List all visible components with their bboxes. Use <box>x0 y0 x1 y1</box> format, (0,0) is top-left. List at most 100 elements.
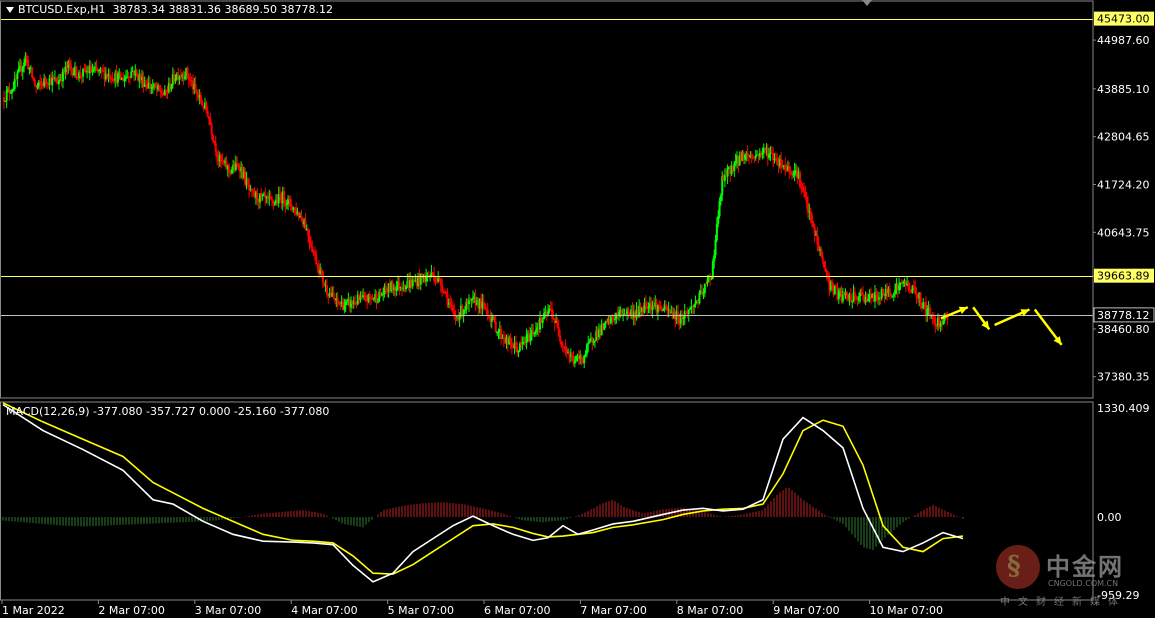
candle-body <box>273 203 276 205</box>
candle-body <box>816 234 819 245</box>
candle-body <box>158 85 161 90</box>
candle-body <box>82 68 85 77</box>
candle-body <box>300 216 303 220</box>
macd-panel <box>2 402 964 583</box>
candle-body <box>382 294 385 296</box>
x-tick-label: 3 Mar 07:00 <box>195 604 261 617</box>
candle-body <box>23 62 26 67</box>
candle-body <box>214 142 217 153</box>
candle-body <box>45 82 48 84</box>
candle-body <box>27 59 30 70</box>
candle-body <box>311 246 314 252</box>
candle-body <box>336 298 339 303</box>
candle-body <box>580 355 583 360</box>
candle-body <box>8 88 11 94</box>
chart-header[interactable]: BTCUSD.Exp,H1 38783.34 38831.36 38689.50… <box>6 3 333 16</box>
y-tick-label: 43885.10 <box>1097 83 1150 96</box>
main-price-panel <box>0 19 1093 369</box>
candle-body <box>272 200 275 204</box>
candle-body <box>875 291 878 296</box>
candle-body <box>620 309 623 316</box>
main-panel-frame <box>0 0 1094 399</box>
candle-body <box>116 74 119 83</box>
candle-body <box>551 308 554 318</box>
menu-arrow-icon[interactable] <box>6 7 14 13</box>
candle-body <box>824 267 827 271</box>
candle-body <box>890 293 893 296</box>
candle-body <box>433 274 436 281</box>
candle-body <box>497 331 500 333</box>
macd-y-tick-label: 1330.409 <box>1097 402 1150 415</box>
candle-body <box>179 76 182 78</box>
x-tick-label: 9 Mar 07:00 <box>773 604 839 617</box>
candle-body <box>525 335 528 343</box>
candle-body <box>682 318 685 320</box>
candle-body <box>309 242 312 247</box>
x-tick-label: 7 Mar 07:00 <box>580 604 646 617</box>
candle-body <box>195 90 198 95</box>
candle-body <box>343 305 346 310</box>
candle-body <box>44 78 47 83</box>
price-chart[interactable]: 44987.60 43885.10 42804.65 41724.20 40643.75… <box>0 0 1155 618</box>
candle-body <box>573 360 576 364</box>
candle-body <box>662 309 665 311</box>
y-tick-label: 42804.65 <box>1097 131 1150 144</box>
watermark-sub: CNGOLD.COM.CN <box>1048 579 1119 588</box>
candle-body <box>68 61 71 66</box>
candle-body <box>108 73 111 79</box>
candle-body <box>845 292 848 294</box>
candle-body <box>187 76 190 80</box>
candle-body <box>493 316 496 322</box>
candle-body <box>627 309 630 313</box>
candle-body <box>304 220 307 230</box>
candle-body <box>4 100 7 102</box>
candle-body <box>603 322 606 330</box>
candle-body <box>793 170 796 175</box>
candle-body <box>564 346 567 350</box>
candle-body <box>15 78 18 80</box>
candle-body <box>718 200 721 216</box>
candle-body <box>323 282 326 286</box>
candle-body <box>17 68 20 73</box>
price-tag-label: 38778.12 <box>1097 309 1150 322</box>
candle-body <box>186 67 189 77</box>
candle-body <box>907 283 910 289</box>
candle-body <box>308 236 311 243</box>
candle-body <box>482 301 485 304</box>
candle-body <box>488 316 491 318</box>
candle-body <box>484 303 487 309</box>
candle-body <box>861 293 864 295</box>
candle-body <box>656 305 659 313</box>
candle-body <box>733 163 736 172</box>
candle-body <box>220 155 223 161</box>
candle-body <box>325 285 328 295</box>
candle-body <box>9 92 12 94</box>
candle-body <box>833 286 836 295</box>
candle-body <box>462 310 465 316</box>
candle-body <box>230 169 233 173</box>
candle-body <box>151 86 154 88</box>
candle-body <box>100 68 103 71</box>
candle-body <box>587 343 590 345</box>
shift-marker-icon[interactable] <box>862 0 872 6</box>
candle-body <box>894 289 897 294</box>
candle-body <box>405 285 407 290</box>
candle-body <box>726 168 729 177</box>
candle-body <box>80 76 83 78</box>
candle-body <box>190 80 193 82</box>
candle-body <box>25 56 28 60</box>
candle-body <box>236 163 239 166</box>
x-tick-label: 10 Mar 07:00 <box>870 604 943 617</box>
macd-header: MACD(12,26,9) -377.080 -357.727 0.000 -2… <box>6 405 330 418</box>
candle-body <box>529 334 532 341</box>
candle-body <box>802 188 805 193</box>
candle-body <box>928 307 931 317</box>
candle-body <box>776 158 779 166</box>
candle-body <box>811 215 814 223</box>
candle-body <box>860 291 863 294</box>
candle-body <box>494 321 497 333</box>
candle-body <box>534 329 537 333</box>
candle-body <box>703 283 706 294</box>
candle-body <box>75 66 78 78</box>
candle-body <box>510 342 513 348</box>
